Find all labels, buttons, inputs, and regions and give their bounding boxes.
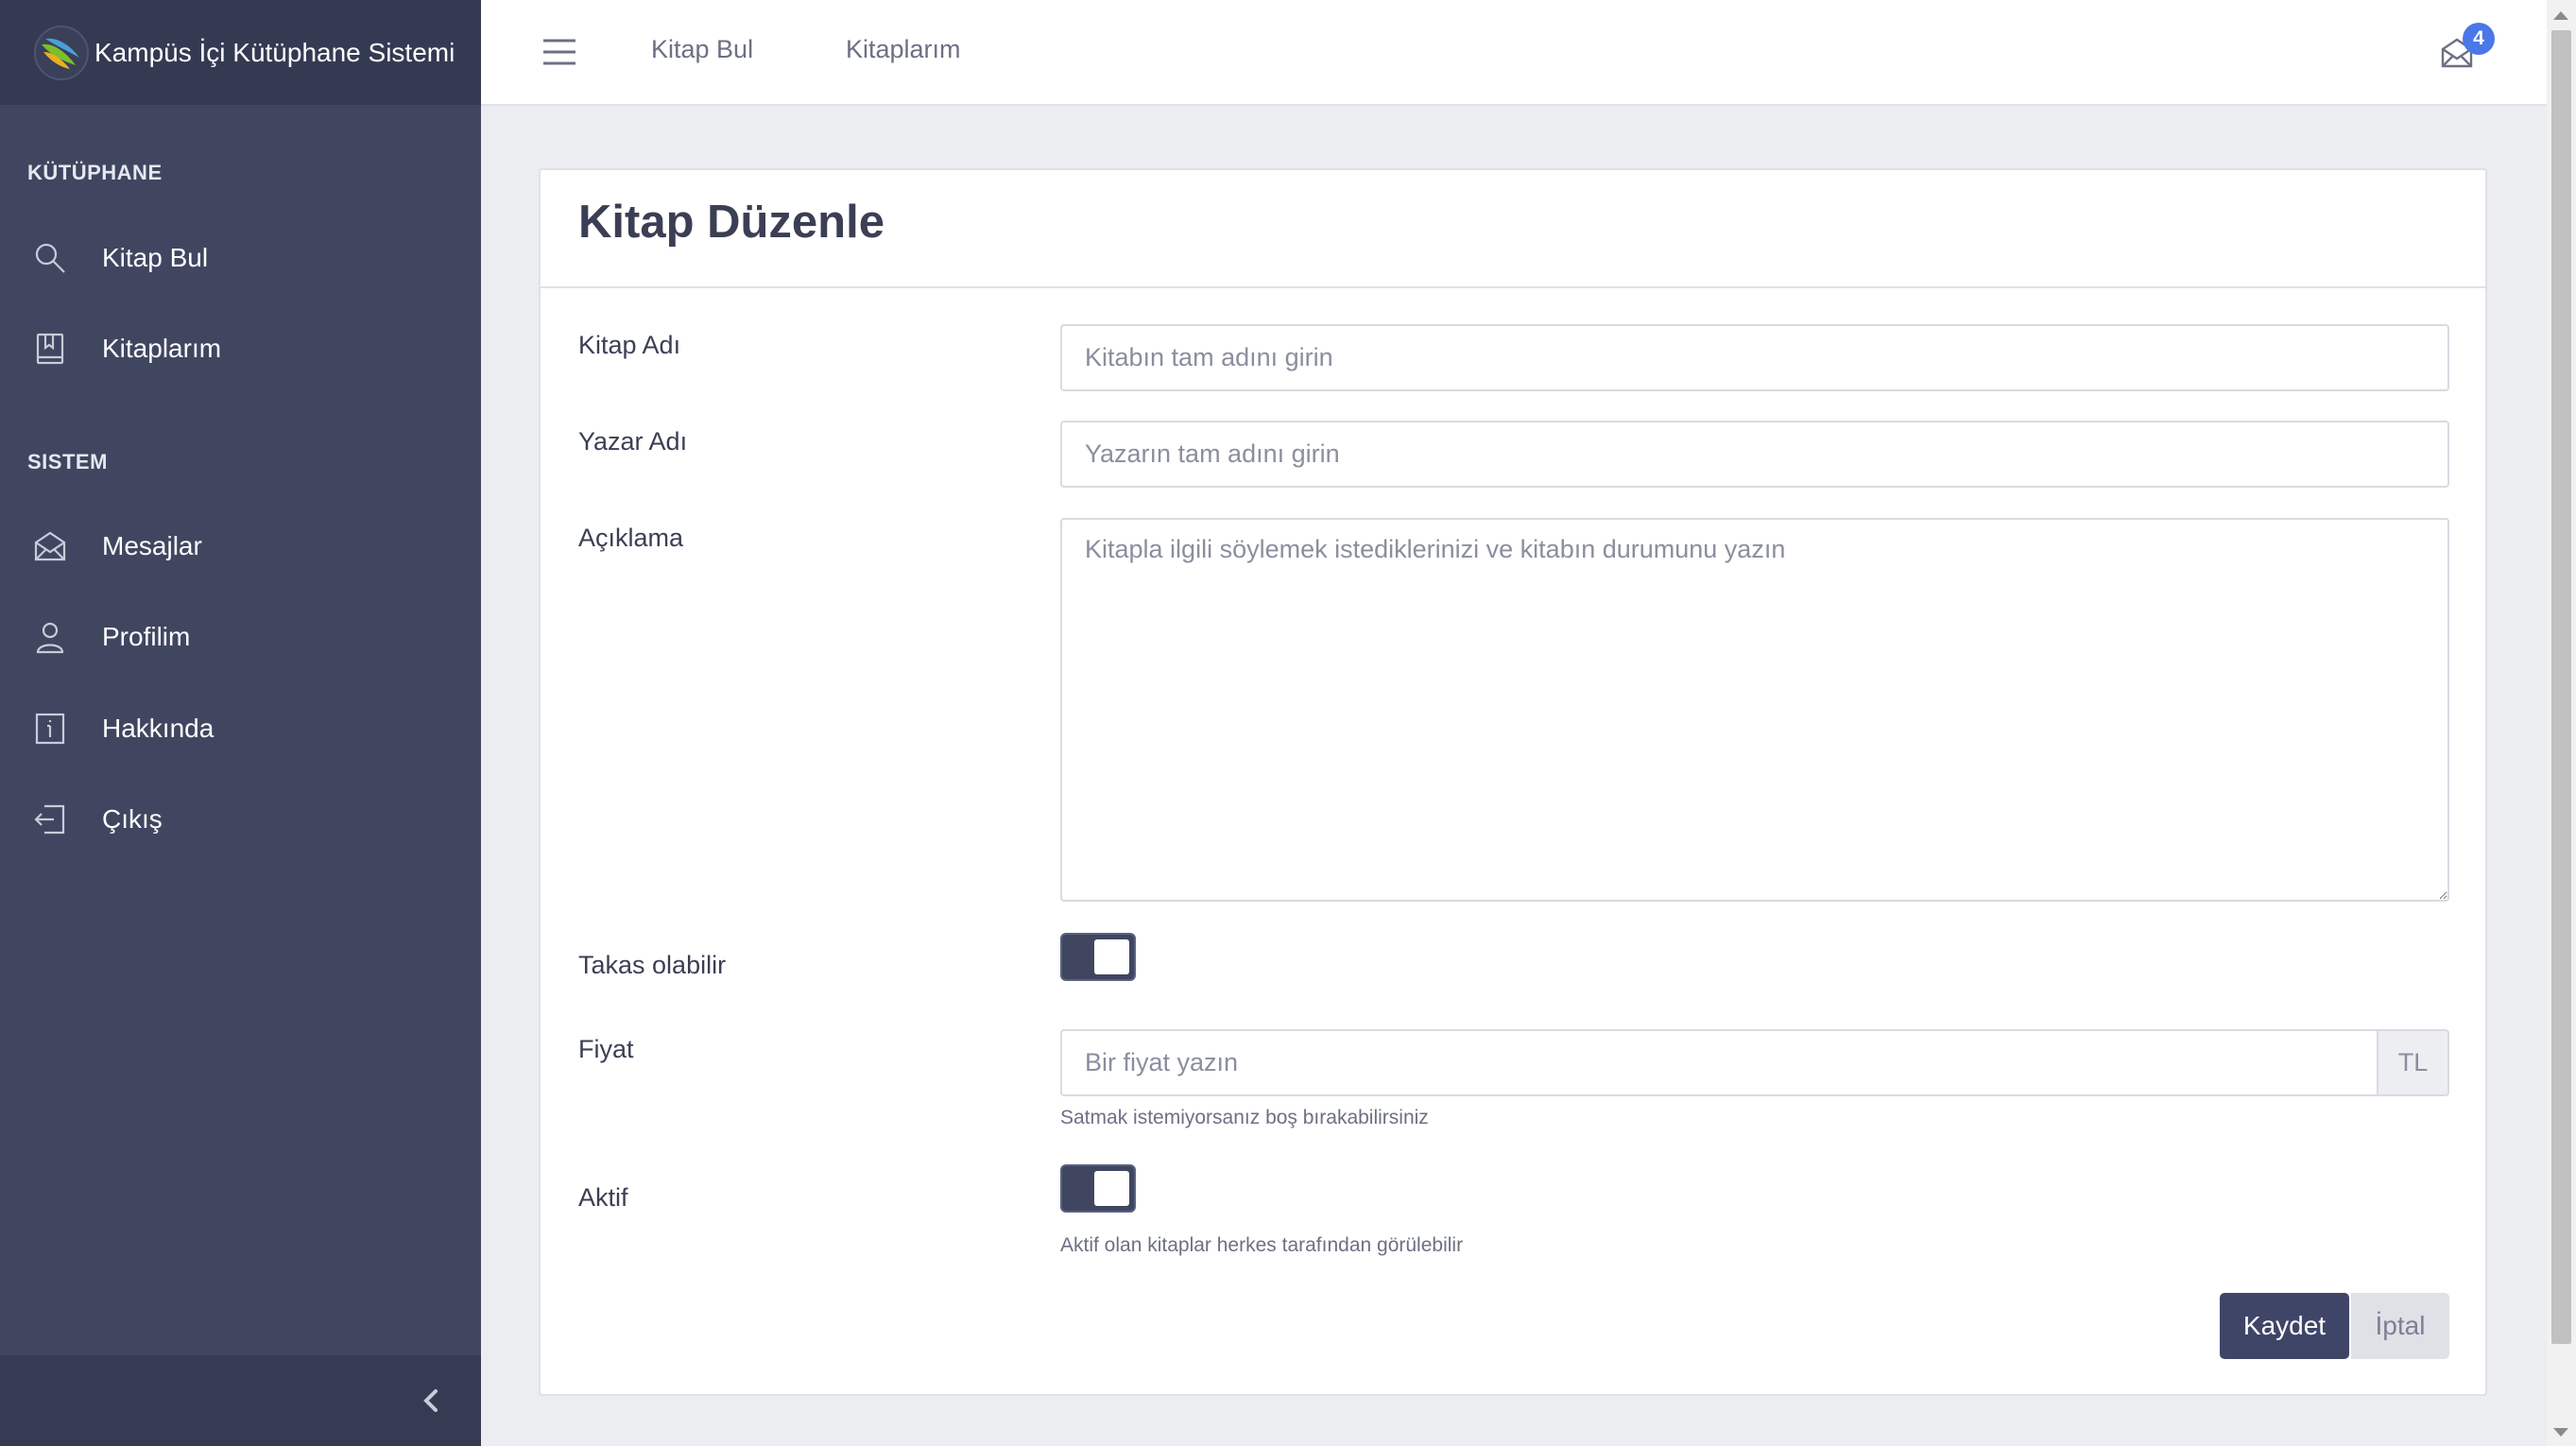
chevron-left-icon[interactable] [411, 1380, 453, 1421]
card-header: Kitap Düzenle [541, 170, 2485, 288]
edit-book-card: Kitap Düzenle Kitap Adı Yazar Adı Açıkla… [539, 168, 2487, 1396]
sidebar-item-label: Profilim [102, 622, 191, 651]
messages-button[interactable]: 4 [2440, 23, 2495, 74]
description-textarea[interactable] [1060, 518, 2449, 902]
sidebar-item-about[interactable]: Hakkında [0, 691, 481, 766]
logout-icon [34, 804, 65, 835]
user-icon [36, 622, 64, 654]
sidebar-item-messages[interactable]: Mesajlar [0, 508, 481, 584]
sidebar-item-profile[interactable]: Profilim [0, 599, 481, 675]
sidebar-section-library: KÜTÜPHANE [27, 161, 163, 184]
sidebar-footer [0, 1355, 481, 1446]
sidebar: Kampüs İçi Kütüphane Sistemi KÜTÜPHANE K… [0, 0, 481, 1446]
sidebar-item-label: Kitap Bul [102, 243, 209, 272]
app-logo-icon [34, 25, 89, 80]
toggle-knob [1094, 939, 1129, 974]
currency-addon: TL [2377, 1029, 2449, 1096]
page-title: Kitap Düzenle [578, 197, 884, 248]
book-name-label: Kitap Adı [578, 331, 681, 359]
sidebar-item-label: Mesajlar [102, 531, 202, 560]
scroll-up-arrow-icon[interactable] [2553, 11, 2568, 20]
envelope-icon [34, 531, 66, 561]
topbar: Kitap Bul Kitaplarım 4 [481, 0, 2547, 106]
active-toggle[interactable] [1060, 1164, 1136, 1213]
cancel-button[interactable]: İptal [2351, 1293, 2449, 1359]
top-link-find-book[interactable]: Kitap Bul [651, 35, 753, 64]
sidebar-item-label: Çıkış [102, 804, 163, 834]
scroll-down-arrow-icon[interactable] [2553, 1428, 2568, 1437]
price-label: Fiyat [578, 1035, 634, 1063]
sidebar-item-logout[interactable]: Çıkış [0, 782, 481, 857]
app-title: Kampüs İçi Kütüphane Sistemi [94, 37, 455, 67]
book-name-input[interactable] [1060, 324, 2449, 391]
notification-badge: 4 [2463, 23, 2495, 55]
author-name-input[interactable] [1060, 421, 2449, 488]
active-help-text: Aktif olan kitaplar herkes tarafından gö… [1060, 1234, 1464, 1256]
sidebar-item-label: Hakkında [102, 714, 215, 743]
bookmark-book-icon [36, 333, 64, 365]
scrollbar-thumb[interactable] [2551, 30, 2571, 1344]
top-link-my-books[interactable]: Kitaplarım [846, 35, 961, 64]
active-label: Aktif [578, 1183, 628, 1212]
exchangeable-toggle[interactable] [1060, 933, 1136, 981]
toggle-knob [1094, 1171, 1129, 1206]
sidebar-item-find-book[interactable]: Kitap Bul [0, 220, 481, 296]
exchangeable-label: Takas olabilir [578, 951, 727, 979]
price-input[interactable] [1060, 1029, 2379, 1096]
sidebar-brand[interactable]: Kampüs İçi Kütüphane Sistemi [0, 0, 481, 105]
info-icon [35, 713, 65, 745]
sidebar-item-my-books[interactable]: Kitaplarım [0, 311, 481, 387]
hamburger-icon[interactable] [541, 36, 577, 68]
sidebar-section-system: SISTEM [27, 450, 108, 473]
author-name-label: Yazar Adı [578, 427, 688, 456]
sidebar-item-label: Kitaplarım [102, 334, 222, 363]
price-help-text: Satmak istemiyorsanız boş bırakabilirsin… [1060, 1107, 1429, 1128]
save-button[interactable]: Kaydet [2220, 1293, 2349, 1359]
search-icon [35, 243, 65, 273]
description-label: Açıklama [578, 524, 684, 552]
page-scrollbar[interactable] [2547, 0, 2576, 1446]
